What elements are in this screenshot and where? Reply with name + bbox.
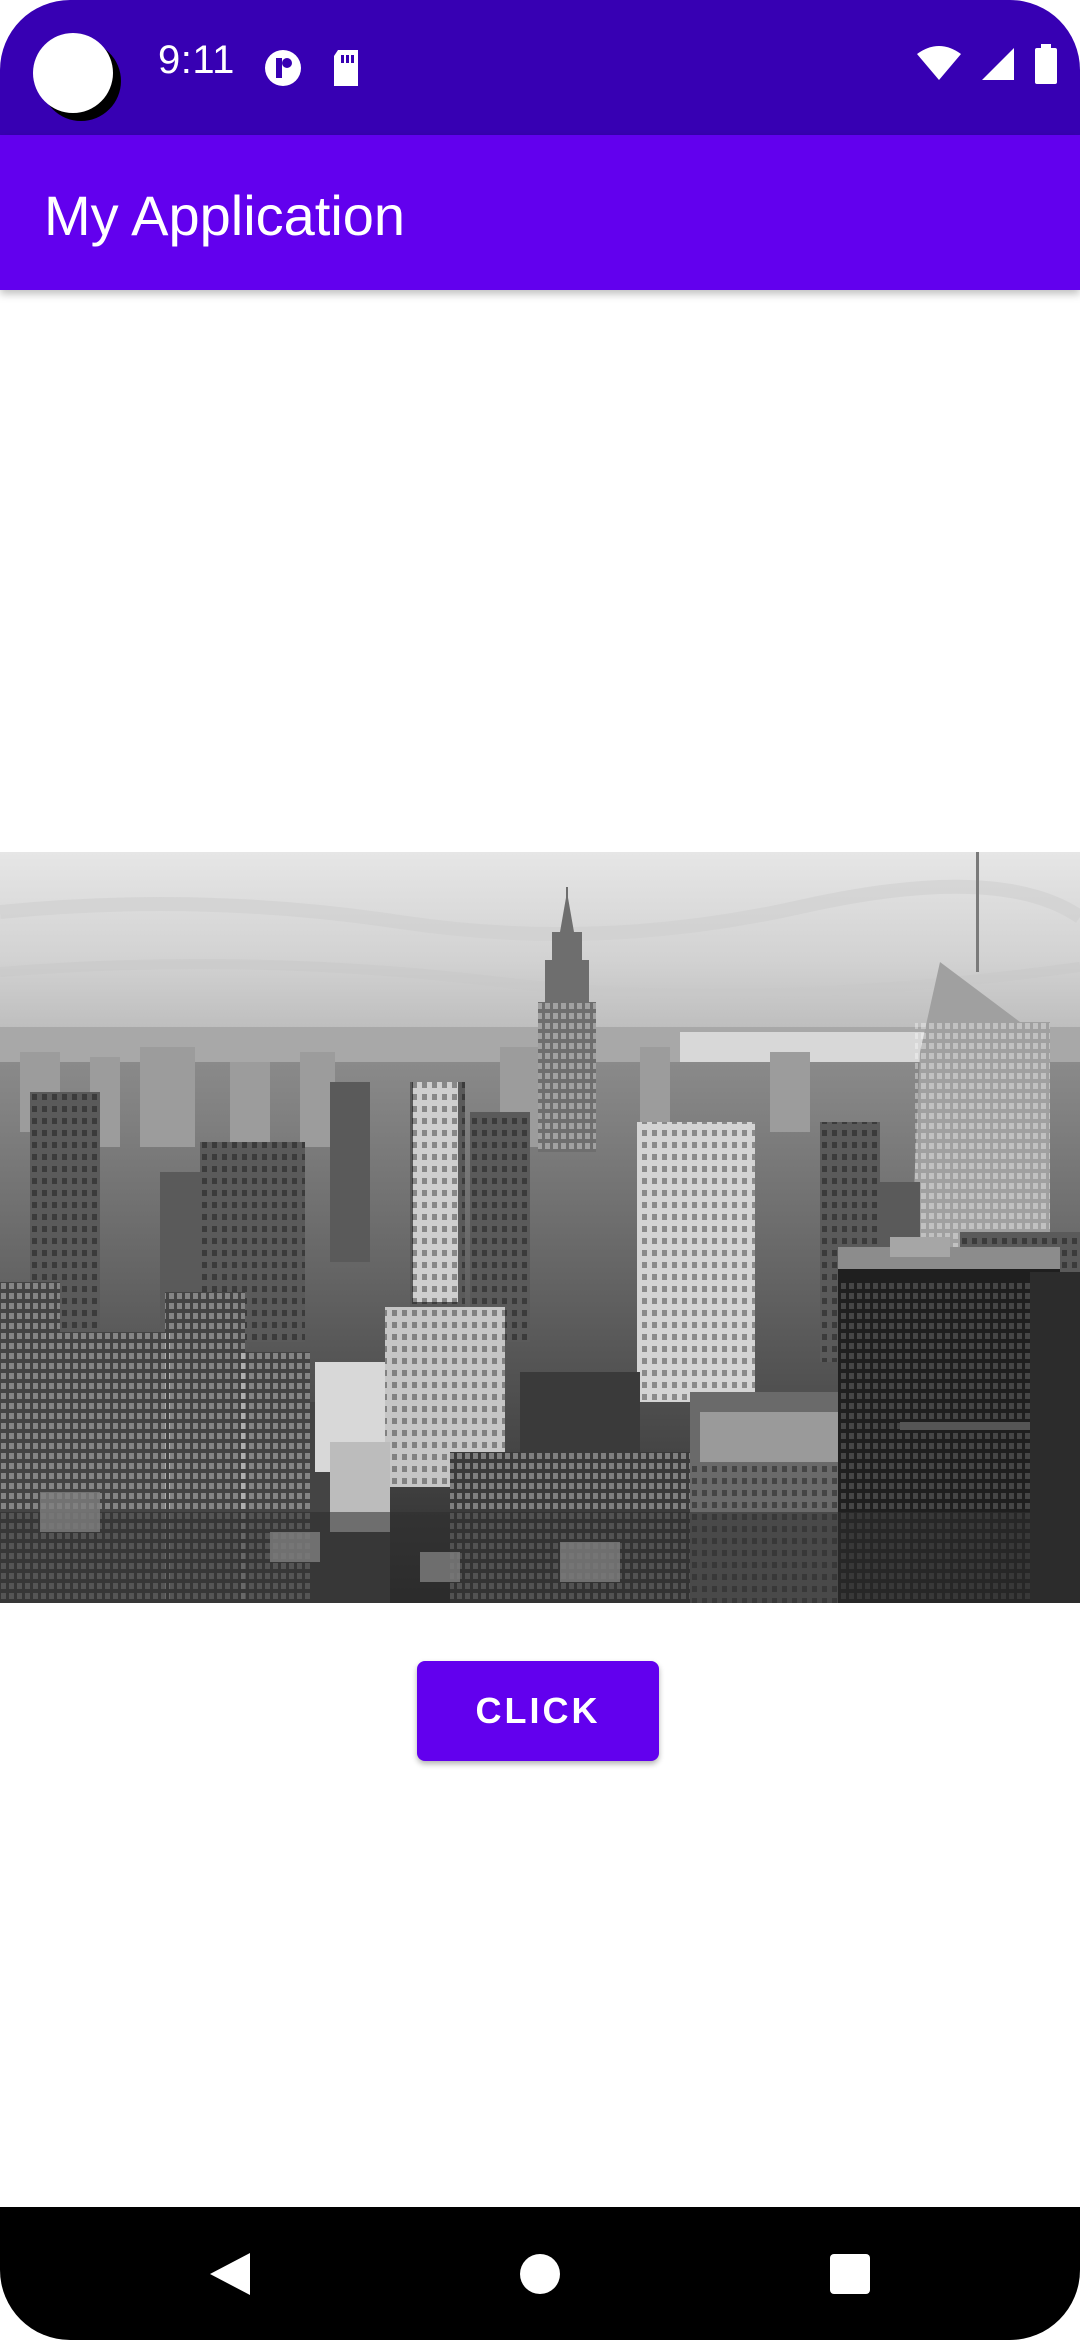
home-icon — [520, 2253, 560, 2294]
status-bar: 9:11 — [0, 0, 1080, 135]
status-time: 9:11 — [158, 38, 235, 82]
app-title: My Application — [44, 184, 406, 247]
signal-icon — [982, 48, 1014, 80]
city-skyline-image — [0, 852, 1080, 1603]
click-button[interactable]: CLICK — [417, 1661, 659, 1761]
back-icon — [210, 2252, 250, 2295]
wifi-icon — [917, 46, 961, 80]
battery-icon — [1035, 44, 1057, 84]
home-button[interactable] — [500, 2207, 580, 2340]
navigation-bar — [0, 2207, 1080, 2340]
screen: 9:11 My Application CLICK — [0, 0, 1080, 2340]
back-button[interactable] — [190, 2207, 270, 2340]
record-icon — [265, 50, 301, 86]
status-right-icons — [916, 44, 1058, 84]
recents-icon — [830, 2253, 870, 2294]
recents-button[interactable] — [810, 2207, 890, 2340]
app-bar: My Application — [0, 135, 1080, 290]
sd-card-icon — [334, 50, 358, 86]
camera-cutout-icon — [33, 33, 113, 113]
